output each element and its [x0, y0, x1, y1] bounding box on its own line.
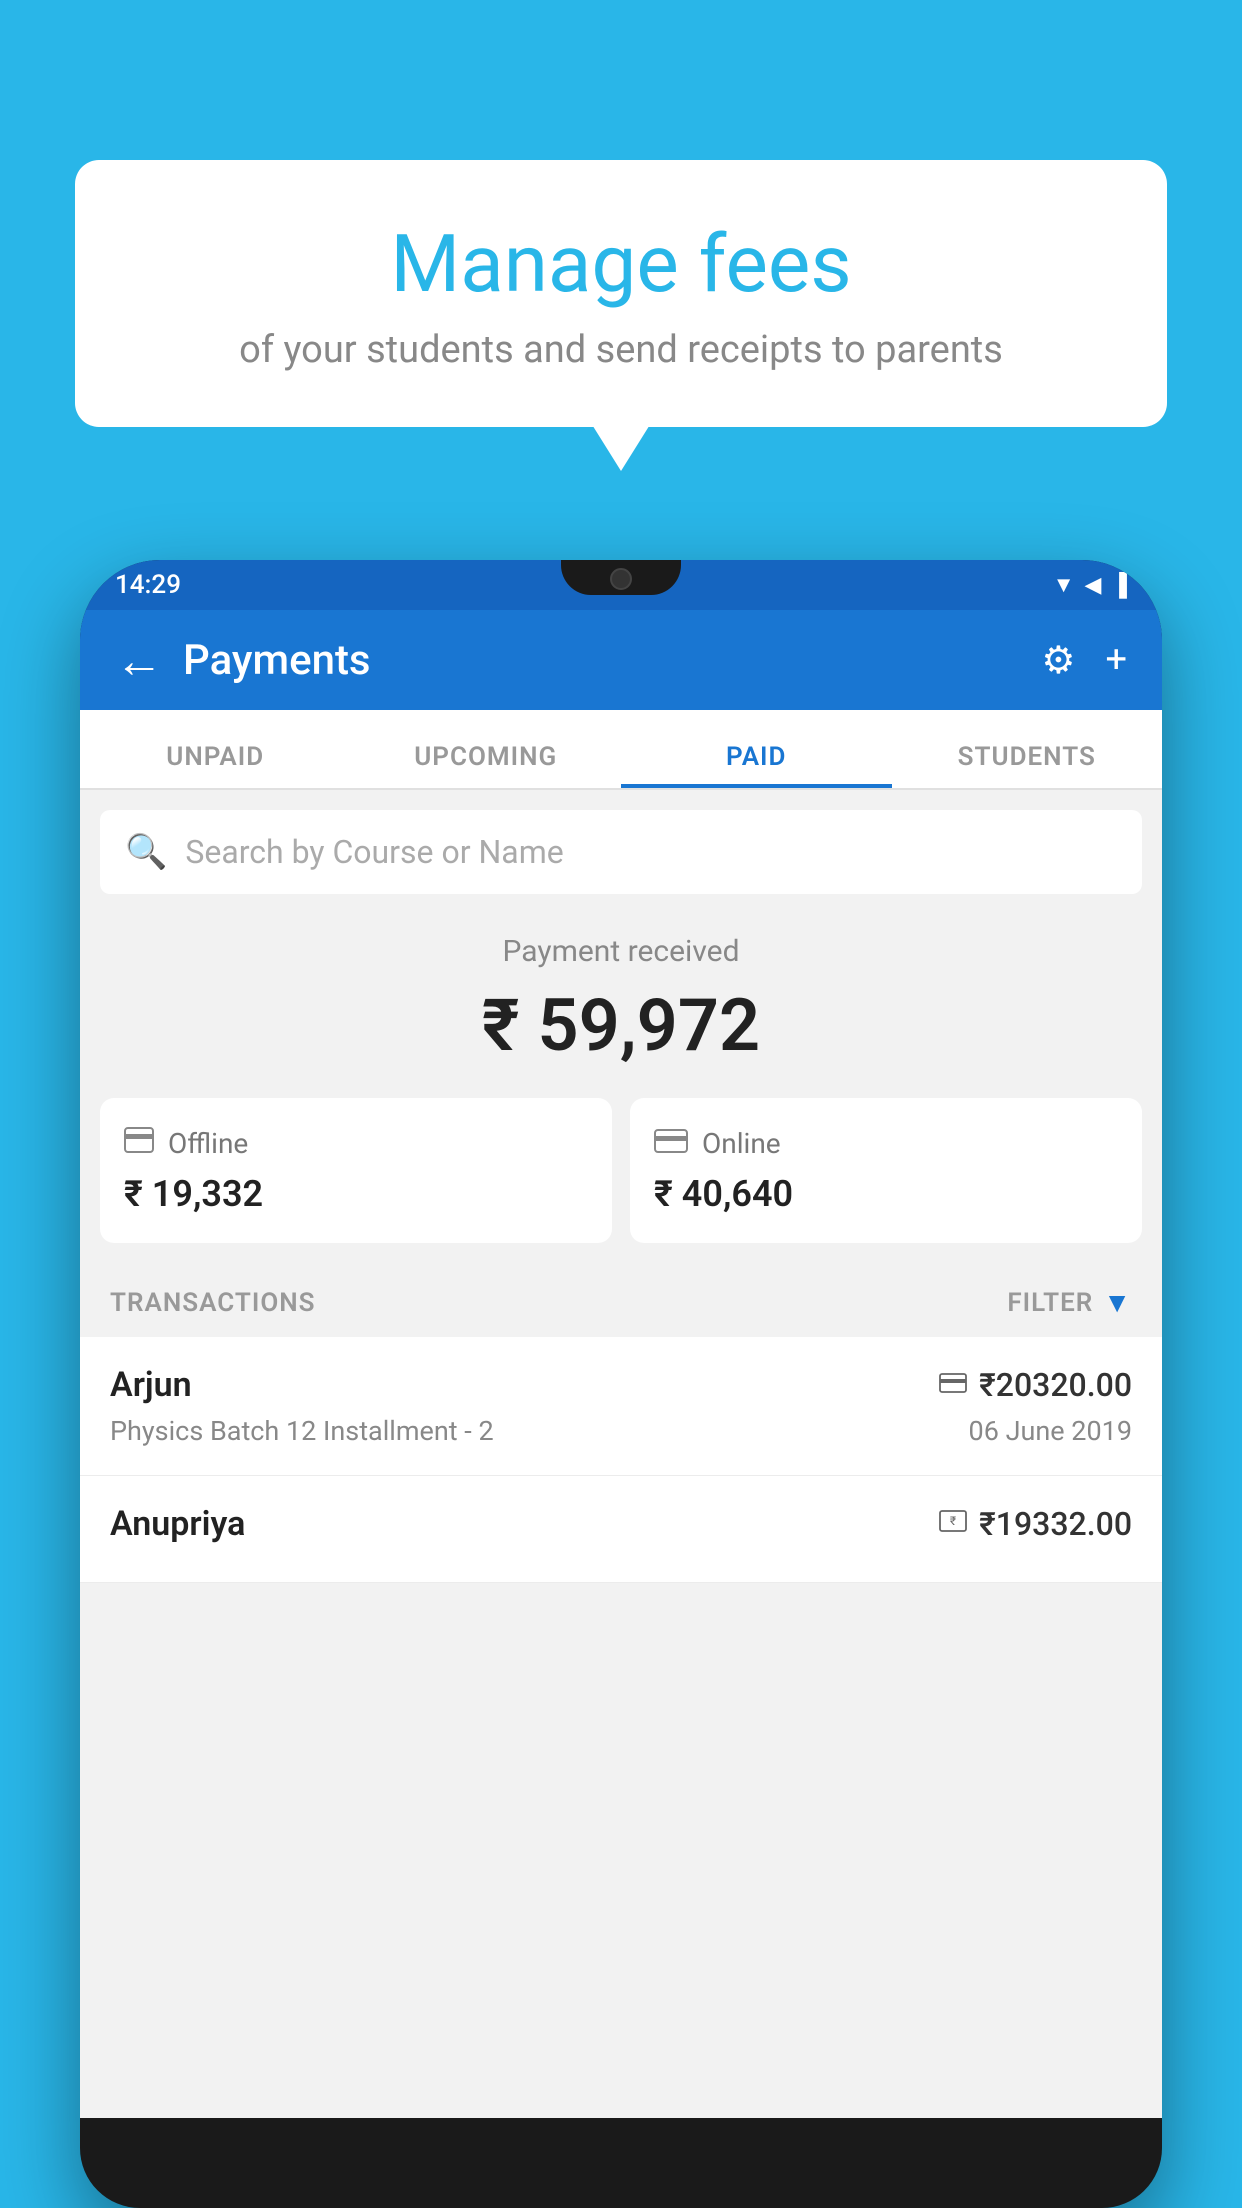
search-icon: 🔍 [125, 832, 167, 872]
tab-students[interactable]: STUDENTS [892, 742, 1163, 788]
add-icon[interactable]: + [1105, 638, 1127, 682]
payment-summary: Payment received ₹ 59,972 [80, 894, 1162, 1098]
bubble-title: Manage fees [115, 220, 1127, 308]
payment-cards: Offline ₹ 19,332 Online ₹ 40,640 [80, 1098, 1162, 1268]
transactions-label: TRANSACTIONS [110, 1288, 316, 1318]
cash-payment-icon: ₹ [939, 1509, 967, 1539]
filter-label: FILTER [1007, 1288, 1093, 1318]
bubble-subtitle: of your students and send receipts to pa… [115, 328, 1127, 372]
header-icons: ⚙ + [1041, 638, 1127, 683]
status-time: 14:29 [115, 570, 181, 600]
card-payment-icon [939, 1370, 967, 1400]
payment-received-label: Payment received [100, 934, 1142, 969]
online-card-header: Online [654, 1126, 1118, 1161]
offline-card: Offline ₹ 19,332 [100, 1098, 612, 1243]
app-header: ← Payments ⚙ + [80, 610, 1162, 710]
status-icons: ▼ ◀ ▐ [1053, 572, 1127, 598]
transaction-row[interactable]: Anupriya ₹ ₹19332.00 [80, 1476, 1162, 1583]
phone-notch [561, 560, 681, 595]
tab-paid[interactable]: PAID [621, 742, 892, 788]
notch-camera [610, 568, 632, 590]
online-card: Online ₹ 40,640 [630, 1098, 1142, 1243]
transaction-name: Arjun [110, 1365, 192, 1405]
svg-text:₹: ₹ [950, 1514, 956, 1528]
transaction-date: 06 June 2019 [969, 1415, 1132, 1447]
status-bar: 14:29 ▼ ◀ ▐ [80, 560, 1162, 610]
transaction-amount: ₹20320.00 [979, 1366, 1132, 1404]
transaction-top: Arjun ₹20320.00 [110, 1365, 1132, 1405]
online-amount: ₹ 40,640 [654, 1173, 1118, 1215]
settings-icon[interactable]: ⚙ [1041, 638, 1075, 683]
phone-frame: 14:29 ▼ ◀ ▐ ← Payments ⚙ + UNPAID UPCOMI… [80, 560, 1162, 2208]
transaction-name: Anupriya [110, 1504, 245, 1544]
transaction-top: Anupriya ₹ ₹19332.00 [110, 1504, 1132, 1544]
tab-unpaid[interactable]: UNPAID [80, 742, 351, 788]
search-bar[interactable]: 🔍 Search by Course or Name [100, 810, 1142, 894]
wifi-icon: ▼ [1053, 572, 1075, 598]
back-button[interactable]: ← [115, 632, 163, 689]
online-label: Online [702, 1127, 781, 1160]
transaction-course: Physics Batch 12 Installment - 2 [110, 1415, 494, 1447]
search-placeholder: Search by Course or Name [185, 833, 563, 871]
page-title: Payments [183, 636, 1041, 685]
transactions-header: TRANSACTIONS FILTER ▼ [80, 1268, 1162, 1337]
filter-button[interactable]: FILTER ▼ [1007, 1286, 1132, 1319]
offline-icon [124, 1126, 154, 1161]
offline-label: Offline [168, 1127, 248, 1160]
offline-amount: ₹ 19,332 [124, 1173, 588, 1215]
app-content: 🔍 Search by Course or Name Payment recei… [80, 790, 1162, 2118]
battery-icon: ▐ [1111, 572, 1127, 598]
payment-total-amount: ₹ 59,972 [100, 983, 1142, 1068]
transaction-amount-wrap: ₹20320.00 [939, 1366, 1132, 1404]
transaction-bottom: Physics Batch 12 Installment - 2 06 June… [110, 1415, 1132, 1447]
speech-bubble: Manage fees of your students and send re… [75, 160, 1167, 427]
signal-icon: ◀ [1084, 573, 1101, 598]
transaction-row[interactable]: Arjun ₹20320.00 Physics Batch 12 Install… [80, 1337, 1162, 1476]
online-icon [654, 1126, 688, 1161]
transaction-amount-wrap: ₹ ₹19332.00 [939, 1505, 1132, 1543]
transaction-amount: ₹19332.00 [979, 1505, 1132, 1543]
tabs-bar: UNPAID UPCOMING PAID STUDENTS [80, 710, 1162, 790]
offline-card-header: Offline [124, 1126, 588, 1161]
filter-icon: ▼ [1103, 1286, 1132, 1319]
tab-upcoming[interactable]: UPCOMING [351, 742, 622, 788]
